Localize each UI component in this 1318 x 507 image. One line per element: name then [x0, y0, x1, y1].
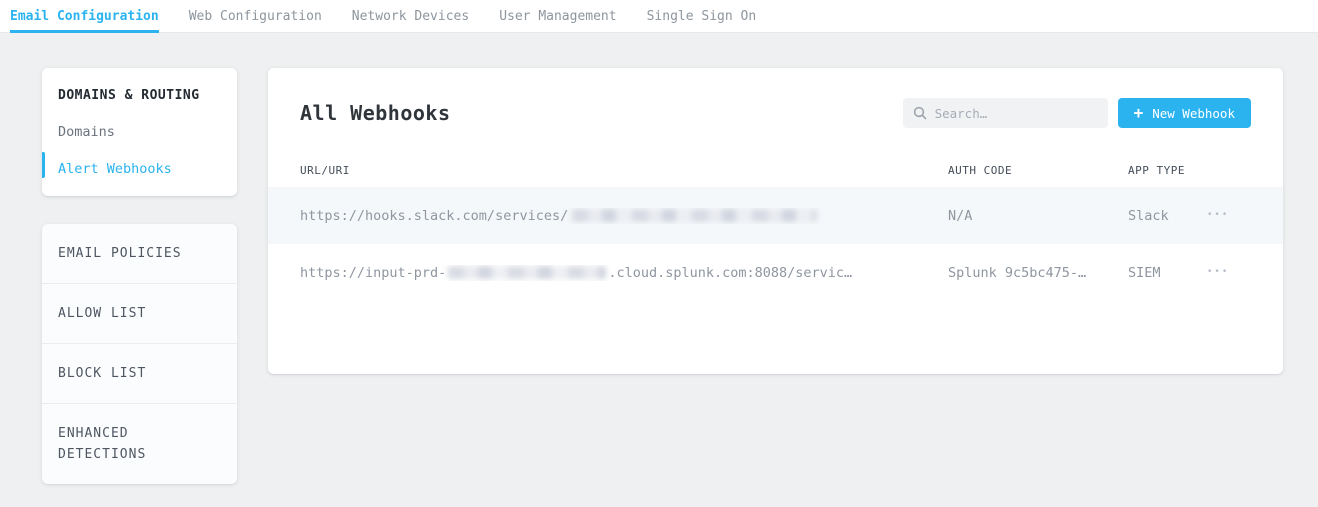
header-actions: + New Webhook	[903, 98, 1251, 128]
search-input[interactable]	[935, 106, 1098, 121]
sidebar-item-enhanced-detections[interactable]: ENHANCED DETECTIONS	[42, 404, 237, 484]
sidebar-item-email-policies[interactable]: EMAIL POLICIES	[42, 224, 237, 284]
webhook-url-suffix: .cloud.splunk.com:8088/servic…	[608, 265, 852, 281]
webhook-url-prefix: https://hooks.slack.com/services/	[300, 208, 568, 224]
webhook-url-prefix: https://input-prd-	[300, 265, 446, 281]
search-box[interactable]	[903, 98, 1108, 128]
tab-web-configuration[interactable]: Web Configuration	[189, 0, 322, 32]
webhooks-panel: All Webhooks + New Webhook URL/URI AUTH …	[268, 68, 1283, 374]
panel-header: All Webhooks + New Webhook	[268, 68, 1283, 128]
webhook-url-cell: https://hooks.slack.com/services/	[300, 208, 948, 224]
row-menu-icon[interactable]: •••	[1207, 268, 1229, 277]
domains-routing-heading: DOMAINS & ROUTING	[58, 88, 221, 103]
column-header-app-type: APP TYPE	[1128, 164, 1207, 177]
sidebar-section-list: EMAIL POLICIES ALLOW LIST BLOCK LIST ENH…	[42, 224, 237, 484]
webhook-url-cell: https://input-prd- .cloud.splunk.com:8088…	[300, 265, 948, 281]
page-title: All Webhooks	[300, 101, 451, 125]
app-type-cell: Slack	[1128, 208, 1207, 224]
domains-routing-card: DOMAINS & ROUTING Domains Alert Webhooks	[42, 68, 237, 196]
redacted-url-blur	[448, 266, 606, 279]
tab-user-management[interactable]: User Management	[499, 0, 616, 32]
table-header-row: URL/URI AUTH CODE APP TYPE	[268, 154, 1283, 187]
auth-code-cell: Splunk 9c5bc475-…	[948, 265, 1128, 281]
column-header-url: URL/URI	[300, 164, 948, 177]
table-row[interactable]: https://hooks.slack.com/services/ N/A Sl…	[268, 187, 1283, 244]
tab-network-devices[interactable]: Network Devices	[352, 0, 469, 32]
table-row[interactable]: https://input-prd- .cloud.splunk.com:8088…	[268, 244, 1283, 301]
new-webhook-button[interactable]: + New Webhook	[1118, 98, 1251, 128]
column-header-auth-code: AUTH CODE	[948, 164, 1128, 177]
app-type-cell: SIEM	[1128, 265, 1207, 281]
top-navigation: Email Configuration Web Configuration Ne…	[0, 0, 1318, 33]
auth-code-cell: N/A	[948, 208, 1128, 224]
sidebar-item-block-list[interactable]: BLOCK LIST	[42, 344, 237, 404]
tab-email-configuration[interactable]: Email Configuration	[10, 0, 159, 32]
sidebar-item-alert-webhooks[interactable]: Alert Webhooks	[58, 161, 221, 177]
plus-icon: +	[1134, 105, 1144, 121]
sidebar-item-domains[interactable]: Domains	[58, 124, 221, 140]
sidebar-item-allow-list[interactable]: ALLOW LIST	[42, 284, 237, 344]
search-icon	[913, 106, 927, 120]
tab-single-sign-on[interactable]: Single Sign On	[647, 0, 757, 32]
active-item-indicator	[42, 152, 45, 178]
new-webhook-label: New Webhook	[1152, 106, 1235, 121]
redacted-url-blur	[572, 209, 817, 222]
row-menu-icon[interactable]: •••	[1207, 211, 1229, 220]
webhooks-table: URL/URI AUTH CODE APP TYPE https://hooks…	[268, 154, 1283, 301]
